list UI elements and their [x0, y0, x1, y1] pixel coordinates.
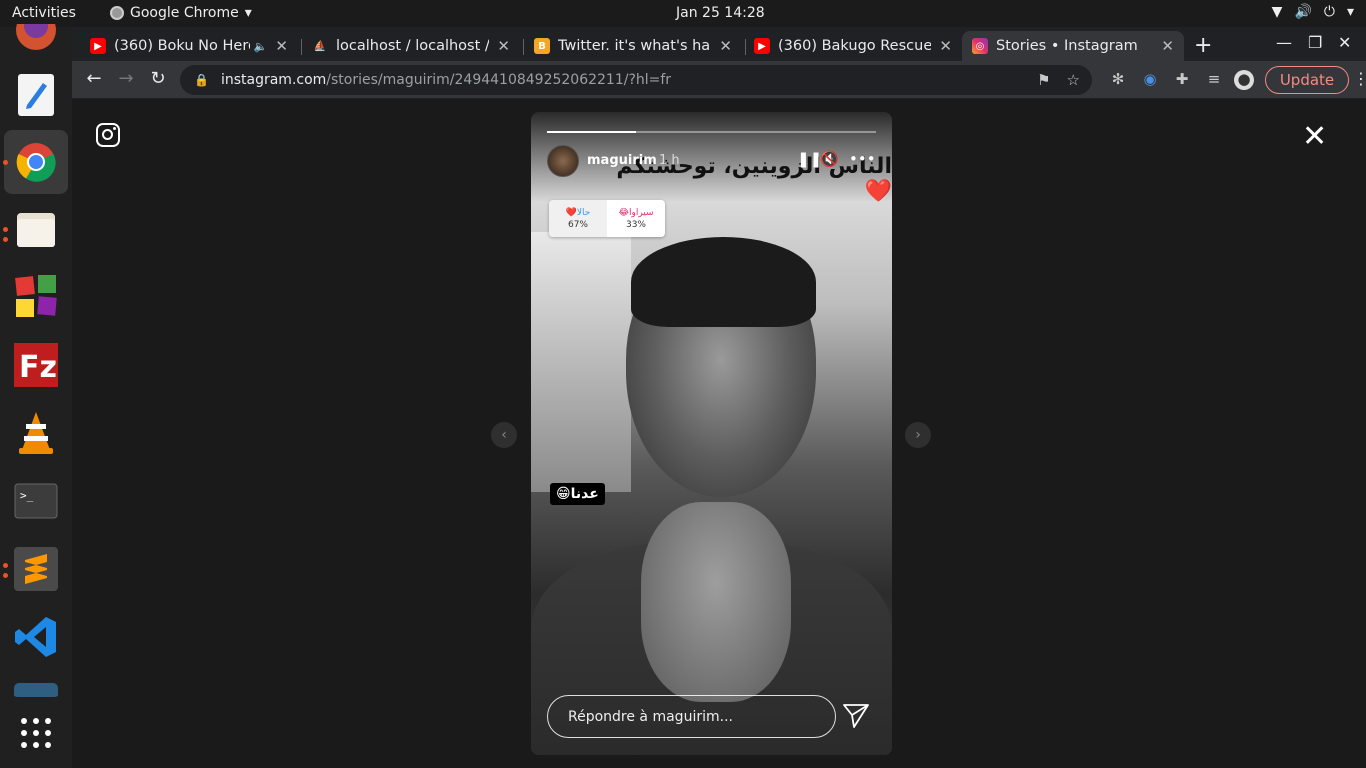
svg-text:>_: >_	[20, 489, 34, 502]
tab-close-icon[interactable]: ✕	[497, 37, 510, 55]
tab-close-icon[interactable]: ✕	[1161, 37, 1174, 55]
reply-input[interactable]: Répondre à maguirim...	[547, 695, 836, 738]
chrome-menu-icon[interactable]: ⋮	[1353, 69, 1366, 88]
chevron-down-icon: ▾	[1346, 4, 1354, 20]
send-icon[interactable]	[842, 703, 870, 729]
youtube-icon: ▶	[754, 38, 770, 54]
tab-boku-no-hero[interactable]: ▶ (360) Boku No Hero 🔈 ✕	[80, 31, 298, 61]
poll-right-percent: 33%	[625, 219, 646, 230]
chrome-icon[interactable]	[4, 130, 68, 194]
story-photo-hand	[641, 502, 791, 702]
translate-icon[interactable]: ⚑	[1037, 71, 1050, 89]
instagram-icon: ◎	[972, 38, 988, 54]
maximize-button[interactable]: ❐	[1308, 33, 1322, 52]
terminal-icon[interactable]: >_	[10, 475, 62, 527]
text-editor-icon[interactable]	[10, 69, 62, 121]
running-indicator	[3, 237, 8, 242]
story-photo-hair	[631, 237, 816, 327]
poll-option-left[interactable]: ❤️حالا 67%	[549, 200, 607, 237]
more-options-icon[interactable]: •••	[849, 150, 876, 168]
extension-icon[interactable]: ✻	[1108, 70, 1128, 90]
user-avatar[interactable]	[547, 145, 579, 177]
profile-avatar-icon[interactable]: ●	[1234, 70, 1254, 90]
instagram-stories-page: ✕ ‹ › الناس الزوينين، توحشتكم❤️ maguirim…	[72, 99, 1366, 768]
clock[interactable]: Jan 25 14:28	[676, 5, 765, 21]
next-story-button[interactable]: ›	[905, 422, 931, 448]
pause-icon[interactable]: ❚❚	[797, 150, 822, 168]
tab-close-icon[interactable]: ✕	[719, 37, 732, 55]
previous-story-button[interactable]: ‹	[491, 422, 517, 448]
url-host: instagram.com	[220, 72, 327, 88]
app-grid-colored-icon[interactable]	[10, 271, 62, 323]
power-icon: ⏻	[1323, 4, 1335, 20]
tab-instagram-stories[interactable]: ◎ Stories • Instagram ✕	[962, 31, 1184, 61]
reading-list-icon[interactable]: ≡	[1204, 70, 1224, 90]
poll-right-label: 😂سيراوا	[618, 207, 654, 218]
youtube-icon: ▶	[90, 38, 106, 54]
story-username[interactable]: maguirim	[587, 153, 657, 168]
sublime-text-icon[interactable]	[10, 543, 62, 595]
address-bar[interactable]: 🔒 instagram.com/stories/maguirim/2494410…	[180, 65, 1092, 95]
poll-option-right[interactable]: 😂سيراوا 33%	[607, 200, 665, 237]
system-top-bar: Activities Google Chrome ▾ Jan 25 14:28 …	[0, 0, 1366, 27]
reload-button[interactable]: ↻	[146, 68, 170, 89]
extensions-puzzle-icon[interactable]: ✚	[1172, 70, 1192, 90]
chrome-window: ▶ (360) Boku No Hero 🔈 ✕ ⛵ localhost / l…	[72, 27, 1366, 768]
bookmark-star-icon[interactable]: ☆	[1067, 71, 1080, 89]
back-button[interactable]: ←	[82, 68, 106, 89]
system-tray[interactable]: ▼ 🔊 ⏻ ▾	[1272, 4, 1354, 20]
svg-text:Fz: Fz	[19, 350, 57, 385]
minimize-button[interactable]: —	[1276, 33, 1292, 52]
twitter-icon: B	[534, 38, 550, 54]
app-menu[interactable]: Google Chrome ▾	[110, 5, 252, 21]
speaker-icon[interactable]: 🔈	[254, 40, 268, 53]
poll-left-label: ❤️حالا	[565, 207, 591, 218]
vscode-icon[interactable]	[10, 611, 62, 663]
app-name: Google Chrome	[130, 5, 239, 21]
story-progress-bar	[547, 131, 876, 133]
filezilla-icon[interactable]: Fz	[10, 339, 62, 391]
tab-twitter[interactable]: B Twitter. it's what's hap ✕	[524, 31, 742, 61]
running-indicator	[3, 227, 8, 232]
update-button[interactable]: Update	[1265, 66, 1349, 94]
story-background	[531, 232, 631, 492]
mute-icon[interactable]: 🔇	[820, 150, 839, 168]
poll-left-percent: 67%	[567, 219, 588, 230]
forward-button[interactable]: →	[114, 68, 138, 89]
files-icon[interactable]	[10, 204, 62, 256]
poll-sticker[interactable]: ❤️حالا 67% 😂سيراوا 33%	[549, 200, 665, 237]
browser-toolbar: ← → ↻ 🔒 instagram.com/stories/maguirim/2…	[72, 61, 1366, 99]
chrome-mini-icon	[110, 6, 124, 20]
firefox-icon[interactable]	[10, 13, 62, 65]
text-sticker: عدنا😁	[550, 483, 605, 505]
wifi-icon: ▼	[1271, 4, 1283, 20]
running-indicator	[3, 563, 8, 568]
instagram-logo-icon[interactable]	[96, 123, 120, 147]
url-path: /stories/maguirim/2494410849252062211/?h…	[326, 72, 672, 88]
running-indicator	[3, 160, 8, 165]
new-tab-button[interactable]: +	[1194, 33, 1212, 58]
dock: Fz >_	[0, 24, 72, 768]
story-viewer[interactable]: الناس الزوينين، توحشتكم❤️ maguirim 1 h ❚…	[531, 112, 892, 755]
story-time: 1 h	[659, 153, 680, 168]
running-indicator	[3, 573, 8, 578]
tab-close-icon[interactable]: ✕	[939, 37, 952, 55]
tab-strip: ▶ (360) Boku No Hero 🔈 ✕ ⛵ localhost / l…	[72, 27, 1366, 61]
lock-icon[interactable]: 🔒	[194, 73, 209, 87]
story-header: maguirim 1 h ❚❚ 🔇 •••	[547, 145, 876, 179]
close-icon[interactable]: ✕	[1302, 119, 1327, 154]
phpmyadmin-icon: ⛵	[313, 40, 327, 52]
tab-close-icon[interactable]: ✕	[275, 37, 288, 55]
vlc-icon[interactable]	[10, 407, 62, 459]
chevron-down-icon: ▾	[244, 5, 252, 21]
close-window-button[interactable]: ✕	[1338, 33, 1351, 52]
volume-icon: 🔊	[1294, 4, 1312, 20]
tab-localhost[interactable]: ⛵ localhost / localhost / l ✕	[302, 31, 520, 61]
extension-globe-icon[interactable]: ◉	[1140, 70, 1160, 90]
show-applications-icon[interactable]	[10, 707, 62, 759]
mysql-workbench-icon[interactable]	[10, 679, 62, 697]
tab-bakugo-rescue[interactable]: ▶ (360) Bakugo Rescue O ✕	[744, 31, 962, 61]
story-progress-fill	[547, 131, 636, 133]
